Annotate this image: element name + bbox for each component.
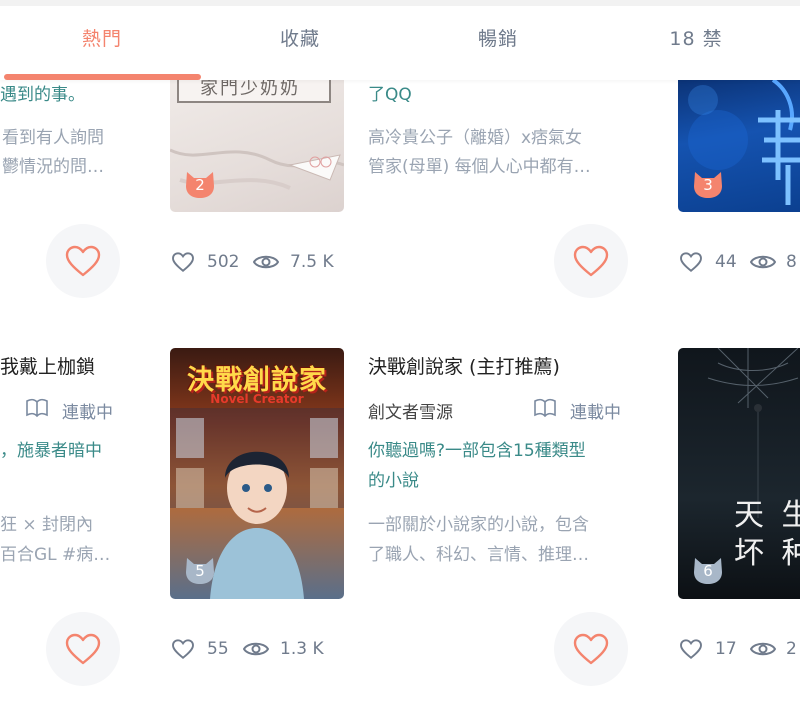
book-tagline: ，施暴者暗中 <box>0 441 102 461</box>
book-title[interactable]: 我戴上枷鎖 <box>0 352 95 379</box>
book-description-line2: 了職人、科幻、言情、推理… <box>368 545 589 565</box>
eye-icon <box>750 255 776 269</box>
top-tab-bar: 熱門 收藏 暢銷 18 禁 <box>0 0 800 80</box>
cover-title-line2: 坏 种 <box>734 536 800 571</box>
like-count: 55 <box>207 639 229 659</box>
book-description-line1: 看到有人詢問 <box>2 128 104 148</box>
heart-icon <box>65 633 101 665</box>
tab-favorites[interactable]: 收藏 <box>200 24 400 64</box>
book-tagline: 遇到的事。 <box>0 85 85 105</box>
book-cover-5[interactable]: 決戰創說家 Novel Creator 5 <box>170 348 344 599</box>
book-description-line1: 一部關於小說家的小說，包含 <box>368 515 589 535</box>
book-tagline-line1: 你聽過嗎?一部包含15種類型 <box>368 441 586 461</box>
view-count: 7.5 K <box>290 252 334 272</box>
like-count: 17 <box>715 639 737 659</box>
book-open-icon <box>26 398 48 418</box>
view-count: 2 <box>786 639 797 659</box>
heart-icon <box>573 633 609 665</box>
rank-badge: 5 <box>184 556 216 584</box>
eye-icon <box>243 642 269 656</box>
view-count: 1.3 K <box>280 639 324 659</box>
like-button[interactable] <box>554 224 628 298</box>
cover-subtitle-text: Novel Creator <box>210 392 304 406</box>
view-count: 8 <box>786 252 797 272</box>
tab-bestsellers[interactable]: 暢銷 <box>398 24 598 64</box>
like-count: 502 <box>207 252 240 272</box>
tab-hot[interactable]: 熱門 <box>2 24 202 64</box>
book-title[interactable]: 決戰創說家 (主打推薦) <box>368 352 560 379</box>
like-count-icon <box>680 252 702 272</box>
book-tagline-line2: 的小說 <box>368 471 419 491</box>
like-button[interactable] <box>46 224 120 298</box>
like-count-icon <box>172 252 194 272</box>
book-description-line2: 百合GL #病… <box>0 545 111 565</box>
book-description-line2: 管家(母單) 每個人心中都有… <box>368 157 591 177</box>
book-cover-2[interactable]: 家門少奶奶 2 <box>170 70 344 212</box>
like-button[interactable] <box>46 612 120 686</box>
eye-icon <box>750 642 776 656</box>
heart-icon <box>65 245 101 277</box>
serial-status: 連載中 <box>62 403 113 423</box>
book-cover-3[interactable]: 3 <box>678 70 800 212</box>
like-count-icon <box>172 639 194 659</box>
active-tab-indicator <box>4 74 201 80</box>
like-count-icon <box>680 639 702 659</box>
book-description-line1: 高冷貴公子（離婚）x痞氣女 <box>368 128 583 148</box>
rank-badge: 2 <box>184 170 216 198</box>
serial-status: 連載中 <box>570 403 621 423</box>
book-description-line1: 狂 × 封閉內 <box>0 515 94 535</box>
rank-badge: 3 <box>692 170 724 198</box>
book-tagline: 了QQ <box>368 85 412 105</box>
heart-icon <box>573 245 609 277</box>
book-open-icon <box>534 398 556 418</box>
book-cover-6[interactable]: 天 生 坏 种 6 <box>678 348 800 599</box>
book-description-line2: 鬱情況的問… <box>2 157 104 177</box>
rank-badge: 6 <box>692 556 724 584</box>
tab-r18[interactable]: 18 禁 <box>596 24 796 64</box>
author-name[interactable]: 創文者雪源 <box>368 398 453 423</box>
like-button[interactable] <box>554 612 628 686</box>
eye-icon <box>253 255 279 269</box>
like-count: 44 <box>715 252 737 272</box>
